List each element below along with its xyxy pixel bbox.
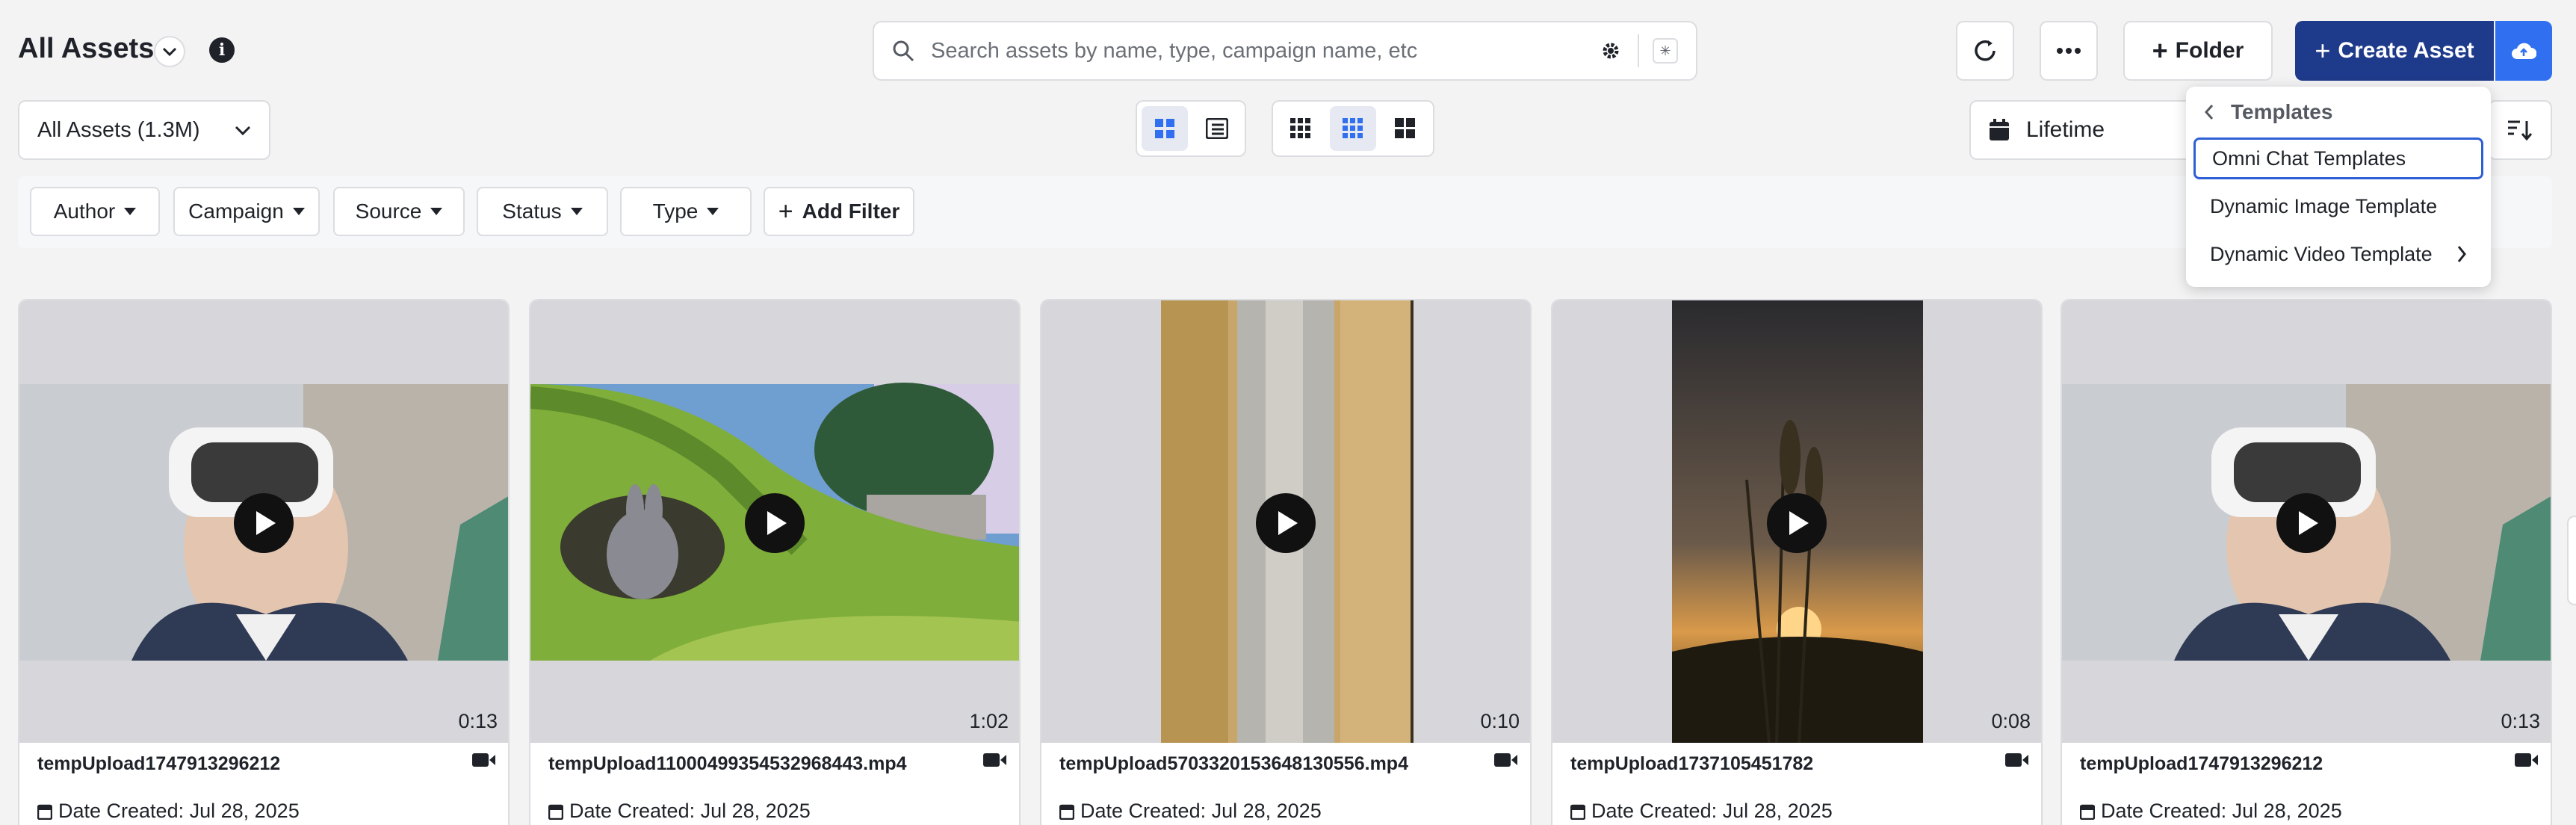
caret-down-icon <box>707 208 719 215</box>
asset-name: tempUpload1747913296212 <box>37 753 281 774</box>
asset-name: tempUpload1737105451782 <box>1570 753 1814 774</box>
create-asset-button[interactable]: + Create Asset <box>2295 21 2494 81</box>
ai-assist-icon[interactable]: ✳ <box>1653 38 1678 64</box>
calendar-icon <box>1990 119 2009 140</box>
grid-icon <box>1155 119 1174 138</box>
chevron-right-icon <box>2457 246 2466 262</box>
calendar-icon <box>2080 804 2095 820</box>
chevron-left-icon <box>2204 105 2214 120</box>
video-icon <box>2005 753 2028 767</box>
refresh-icon <box>1975 40 1996 61</box>
asset-thumbnail: 1:02 <box>530 300 1019 743</box>
more-options-button[interactable] <box>2040 21 2098 81</box>
layout-toggle <box>1136 100 1246 157</box>
asset-card[interactable]: 0:13 tempUpload1747913296212 Date Create… <box>2061 299 2552 825</box>
asset-date: Date Created: Jul 28, 2025 <box>2101 800 2342 822</box>
video-icon <box>2515 753 2538 767</box>
info-icon[interactable]: i <box>209 37 235 63</box>
asset-date: Date Created: Jul 28, 2025 <box>1080 800 1322 822</box>
add-filter-button[interactable]: + Add Filter <box>764 187 914 236</box>
menu-item-omni-chat-templates[interactable]: Omni Chat Templates <box>2193 138 2483 179</box>
filter-campaign[interactable]: Campaign <box>173 187 320 236</box>
asset-thumbnail: 0:13 <box>2062 300 2551 743</box>
upload-button[interactable] <box>2495 21 2552 81</box>
assets-scope-dropdown[interactable]: All Assets (1.3M) <box>18 100 270 160</box>
asset-thumbnail: 0:10 <box>1041 300 1530 743</box>
asset-card[interactable]: 0:13 tempUpload1747913296212 Date Create… <box>18 299 510 825</box>
add-folder-button[interactable]: + Folder <box>2123 21 2273 81</box>
asset-date: Date Created: Jul 28, 2025 <box>58 800 300 822</box>
small-grid-button[interactable] <box>1278 106 1324 151</box>
caret-down-icon <box>430 208 443 215</box>
date-range-picker[interactable]: Lifetime <box>1969 100 2193 160</box>
gear-icon[interactable] <box>1599 39 1623 63</box>
chevron-down-icon <box>162 47 177 57</box>
asset-date: Date Created: Jul 28, 2025 <box>569 800 811 822</box>
title-dropdown-button[interactable] <box>154 36 185 67</box>
filter-status[interactable]: Status <box>477 187 608 236</box>
asset-name: tempUpload5703320153648130556.mp4 <box>1059 753 1408 774</box>
large-grid-button[interactable] <box>1382 106 1428 151</box>
asset-name: tempUpload1747913296212 <box>2080 753 2323 774</box>
caret-down-icon <box>124 208 137 215</box>
page-title: All Assets <box>18 33 155 64</box>
filter-type[interactable]: Type <box>620 187 752 236</box>
search-bar: ✳ <box>873 21 1697 81</box>
calendar-icon <box>548 804 563 820</box>
density-toggle <box>1272 100 1434 157</box>
menu-item-dynamic-video-template[interactable]: Dynamic Video Template <box>2193 233 2483 275</box>
asset-date: Date Created: Jul 28, 2025 <box>1591 800 1833 822</box>
grid-view-button[interactable] <box>1142 106 1188 151</box>
filter-author[interactable]: Author <box>30 187 160 236</box>
small-grid-icon <box>1290 118 1310 138</box>
plus-icon: + <box>778 197 793 226</box>
templates-dropdown: Templates Omni Chat Templates Dynamic Im… <box>2186 87 2491 287</box>
calendar-icon <box>37 804 52 820</box>
list-icon <box>1206 118 1228 139</box>
dropdown-back[interactable]: Templates <box>2204 100 2332 124</box>
video-icon <box>983 753 1006 767</box>
calendar-icon <box>1059 804 1074 820</box>
plus-icon: + <box>2315 35 2331 66</box>
plus-icon: + <box>2152 35 2168 66</box>
medium-grid-icon <box>1343 118 1363 138</box>
sort-icon <box>2508 120 2533 141</box>
video-icon <box>1494 753 1517 767</box>
refresh-button[interactable] <box>1956 21 2014 81</box>
video-icon <box>472 753 495 767</box>
play-icon[interactable] <box>1256 493 1316 553</box>
caret-down-icon <box>292 208 305 215</box>
menu-item-dynamic-image-template[interactable]: Dynamic Image Template <box>2193 185 2483 227</box>
caret-down-icon <box>570 208 583 215</box>
medium-grid-button[interactable] <box>1330 106 1376 151</box>
play-icon[interactable] <box>745 493 805 553</box>
asset-card[interactable]: 1:02 tempUpload11000499354532968443.mp4 … <box>529 299 1021 825</box>
search-icon <box>893 40 914 62</box>
play-icon[interactable] <box>1767 493 1827 553</box>
list-view-button[interactable] <box>1194 106 1240 151</box>
calendar-icon <box>1570 804 1585 820</box>
search-input[interactable] <box>931 38 1599 64</box>
more-horizontal-icon <box>2057 48 2081 54</box>
play-icon[interactable] <box>2276 493 2336 553</box>
filter-source[interactable]: Source <box>333 187 465 236</box>
chevron-down-icon <box>235 126 251 135</box>
sort-button[interactable] <box>2488 100 2552 160</box>
asset-card[interactable]: 0:10 tempUpload5703320153648130556.mp4 D… <box>1040 299 1532 825</box>
side-panel-handle[interactable] <box>2567 516 2576 605</box>
play-icon[interactable] <box>234 493 294 553</box>
asset-name: tempUpload11000499354532968443.mp4 <box>548 753 907 774</box>
large-grid-icon <box>1395 118 1415 138</box>
asset-card[interactable]: 0:08 tempUpload1737105451782 Date Create… <box>1551 299 2043 825</box>
asset-thumbnail: 0:13 <box>19 300 508 743</box>
asset-thumbnail: 0:08 <box>1552 300 2041 743</box>
cloud-upload-icon <box>2512 43 2536 59</box>
